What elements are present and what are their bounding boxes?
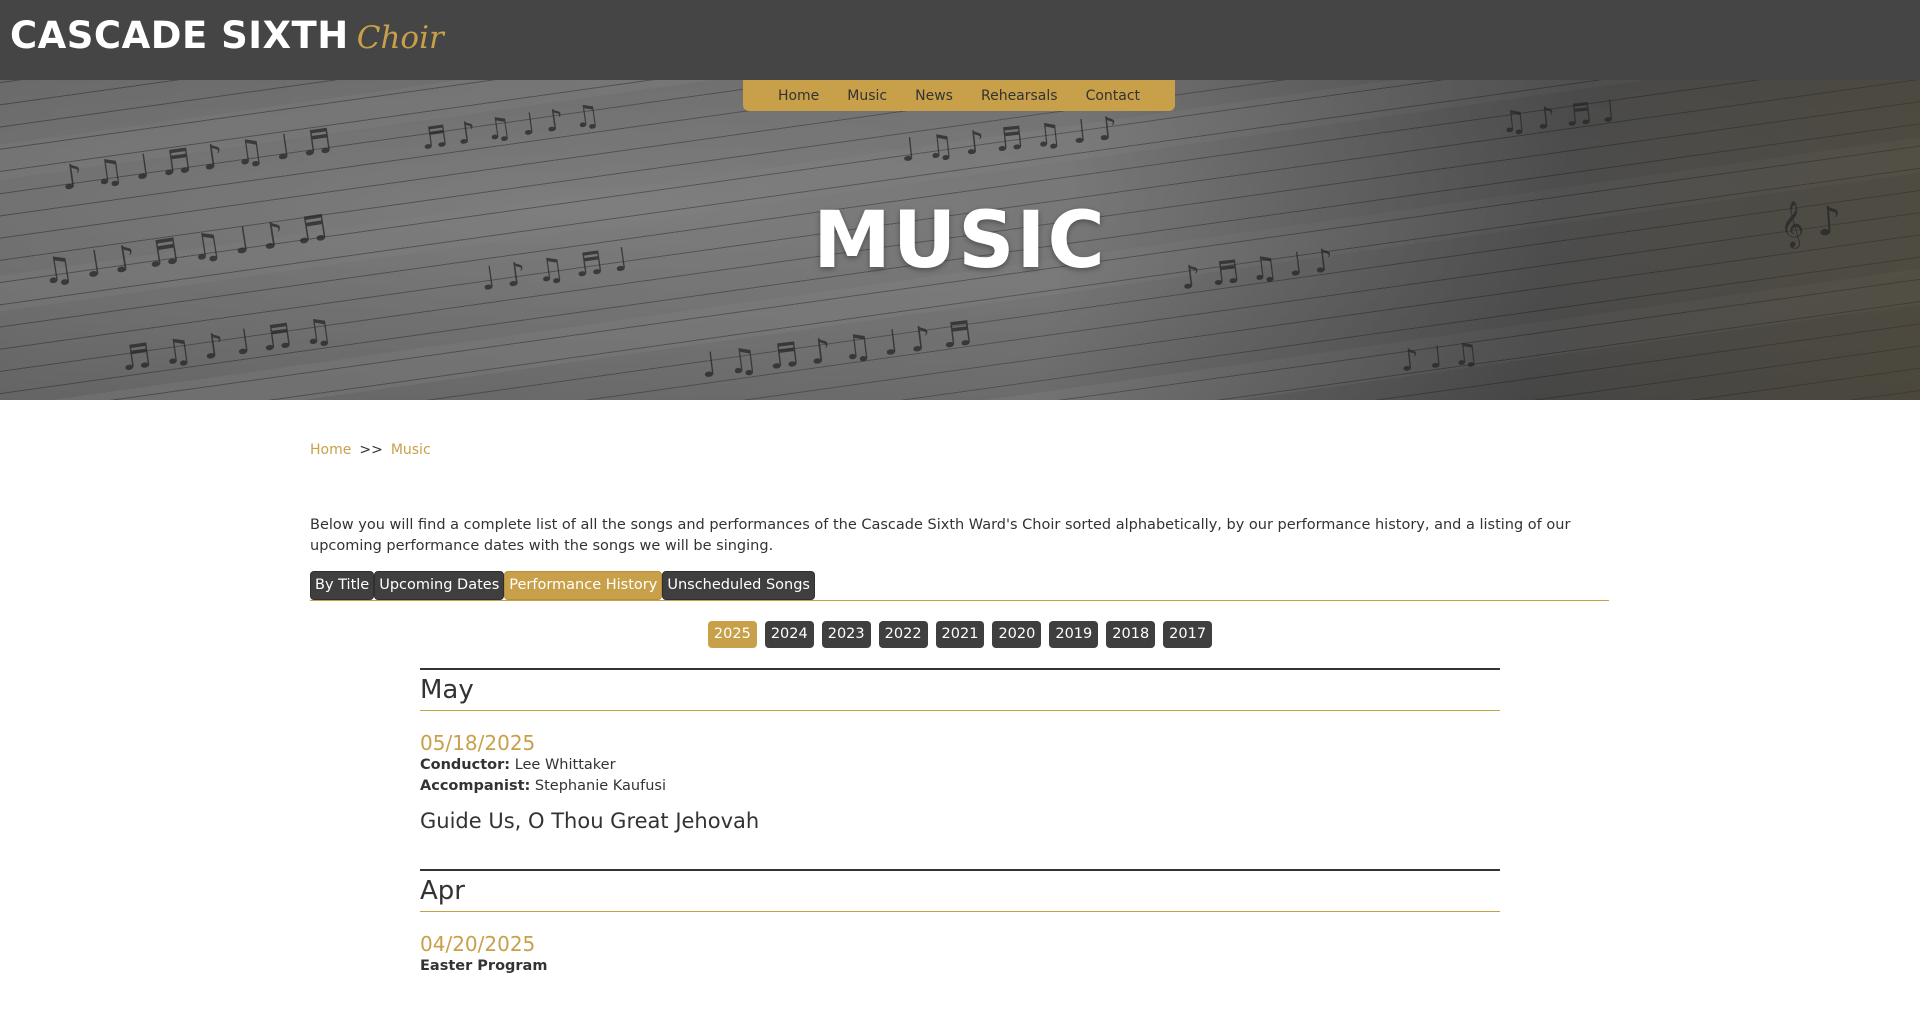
nav-music[interactable]: Music bbox=[833, 88, 901, 104]
program-line: Easter Program bbox=[420, 956, 1500, 977]
year-button-2022[interactable]: 2022 bbox=[878, 621, 928, 648]
intro-text: Below you will find a complete list of a… bbox=[310, 517, 1571, 554]
month-heading: May bbox=[420, 668, 1500, 711]
nav-news[interactable]: News bbox=[901, 88, 967, 104]
year-button-2019[interactable]: 2019 bbox=[1049, 621, 1099, 648]
music-view-tabs: By Title Upcoming Dates Performance Hist… bbox=[310, 571, 1609, 601]
year-selector: 2025 2024 2023 2022 2021 2020 2019 2018 … bbox=[310, 621, 1610, 648]
tab-by-title[interactable]: By Title bbox=[310, 571, 375, 600]
brand-name: CASCADE SIXTH bbox=[10, 14, 349, 57]
page-title: MUSIC bbox=[813, 196, 1107, 286]
year-button-2020[interactable]: 2020 bbox=[992, 621, 1042, 648]
site-logo[interactable]: CASCADE SIXTH Choir bbox=[10, 14, 444, 57]
tab-performance-history[interactable]: Performance History bbox=[504, 571, 663, 600]
nav-rehearsals[interactable]: Rehearsals bbox=[967, 88, 1072, 104]
year-button-2021[interactable]: 2021 bbox=[935, 621, 985, 648]
hero-banner: ♪ ♫ ♩ ♬ ♪ ♫ ♩ ♬ ♬ ♪ ♫ ♩ ♪ ♫ ♩ ♫ ♪ ♬ ♫ ♩ … bbox=[0, 80, 1920, 400]
month-heading: Apr bbox=[420, 869, 1500, 912]
year-button-2017[interactable]: 2017 bbox=[1163, 621, 1213, 648]
year-button-2024[interactable]: 2024 bbox=[764, 621, 814, 648]
performance-history: May 05/18/2025 Conductor: Lee Whittaker … bbox=[420, 668, 1500, 1013]
year-button-2025[interactable]: 2025 bbox=[707, 621, 757, 648]
year-button-2023[interactable]: 2023 bbox=[821, 621, 871, 648]
conductor-line: Conductor: Lee Whittaker bbox=[420, 755, 1500, 776]
main-nav: Home Music News Rehearsals Contact bbox=[743, 80, 1175, 111]
performance-date: 05/18/2025 bbox=[420, 731, 536, 755]
month-section: Apr 04/20/2025 Easter Program bbox=[420, 869, 1500, 977]
song-title[interactable]: Guide Us, O Thou Great Jehovah bbox=[420, 809, 1500, 833]
performance-date: 04/20/2025 bbox=[420, 932, 536, 956]
accompanist-label: Accompanist: bbox=[420, 778, 531, 794]
tab-upcoming-dates[interactable]: Upcoming Dates bbox=[374, 571, 505, 600]
accompanist-name: Stephanie Kaufusi bbox=[534, 778, 666, 794]
breadcrumb-separator: >> bbox=[359, 442, 383, 458]
brand-subtitle: Choir bbox=[356, 20, 444, 56]
accompanist-line: Accompanist: Stephanie Kaufusi bbox=[420, 776, 1500, 797]
year-button-2018[interactable]: 2018 bbox=[1106, 621, 1156, 648]
program-name: Easter Program bbox=[420, 958, 548, 974]
nav-home[interactable]: Home bbox=[764, 88, 833, 104]
breadcrumb-music-link[interactable]: Music bbox=[391, 442, 431, 458]
breadcrumb: Home >> Music bbox=[310, 442, 431, 458]
breadcrumb-home-link[interactable]: Home bbox=[310, 442, 351, 458]
conductor-name: Lee Whittaker bbox=[514, 757, 616, 773]
top-bar: CASCADE SIXTH Choir bbox=[0, 0, 1920, 81]
tab-unscheduled-songs[interactable]: Unscheduled Songs bbox=[662, 571, 815, 600]
month-section: May 05/18/2025 Conductor: Lee Whittaker … bbox=[420, 668, 1500, 833]
nav-contact[interactable]: Contact bbox=[1072, 88, 1154, 104]
conductor-label: Conductor: bbox=[420, 757, 511, 773]
